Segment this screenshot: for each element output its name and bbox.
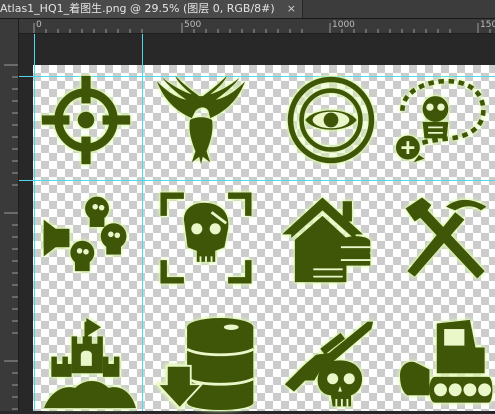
close-tab-icon[interactable]: × — [287, 0, 296, 18]
eye-target-icon — [285, 74, 377, 166]
ruler-label-1000: 1000 — [332, 20, 355, 30]
hammer-pickaxe-icon — [400, 192, 492, 284]
guide-horizontal[interactable] — [19, 180, 495, 181]
zombie-horde-icon — [40, 192, 132, 284]
ruler-left-ticks — [4, 64, 18, 410]
castle-icon — [44, 318, 136, 410]
ruler-label-1500: 1500 — [480, 20, 495, 30]
ruler-top[interactable]: 0 500 1000 1500 — [18, 19, 495, 34]
ruler-label-500: 500 — [184, 20, 202, 30]
document-tab[interactable]: Atlas1_HQ1_着图生.png @ 29.5% (图层 0, RGB/8#… — [0, 0, 303, 18]
document-tab-title: Atlas1_HQ1_着图生.png @ 29.5% (图层 0, RGB/8#… — [0, 2, 275, 15]
document-tab-bar: Atlas1_HQ1_着图生.png @ 29.5% (图层 0, RGB/8#… — [0, 0, 495, 19]
sniper-skull-icon — [283, 318, 375, 410]
ruler-top-ticks — [33, 23, 491, 33]
eagle-icon — [155, 74, 247, 166]
zombie-focus-icon — [160, 192, 252, 284]
crosshair-icon — [40, 74, 132, 166]
house-coins-icon — [282, 192, 374, 284]
guide-vertical[interactable] — [34, 34, 35, 411]
guide-vertical[interactable] — [142, 34, 143, 411]
bulldozer-icon — [400, 318, 493, 410]
ruler-left[interactable] — [0, 19, 19, 411]
route-map-icon — [395, 74, 487, 166]
oil-barrel-icon — [155, 318, 257, 410]
ruler-label-0: 0 — [36, 20, 42, 30]
